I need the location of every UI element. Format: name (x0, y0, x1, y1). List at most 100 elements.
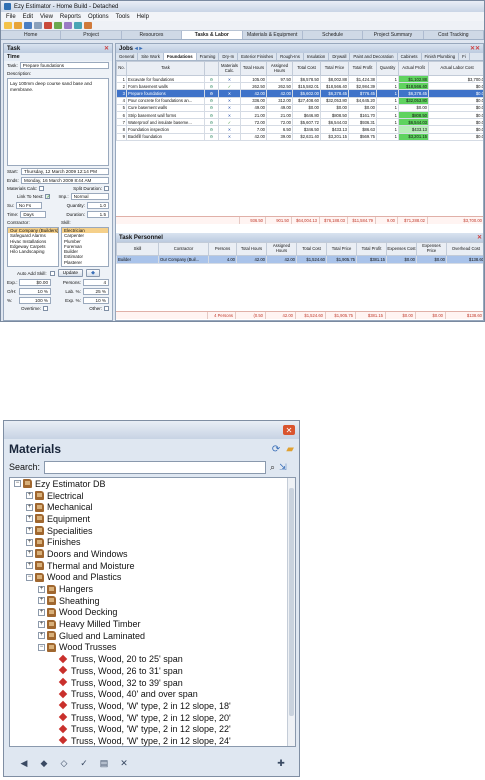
exp-field[interactable]: $0.00 (19, 279, 51, 286)
table-row[interactable]: 6 Strip basement wall forms ⚙ ✕ 21.00 21.00 $6… (116, 110, 483, 120)
jobs-tab[interactable]: Exterior Finishes (238, 53, 278, 60)
expand-icon[interactable]: + (26, 562, 33, 570)
link-to-next-checkbox[interactable]: ✓ (45, 194, 51, 200)
tab-cost-tracking[interactable]: Cost Tracking (424, 31, 484, 39)
calc-icon[interactable] (74, 22, 82, 29)
tree-item[interactable]: Truss, Wood, 20 to 25' span (10, 653, 295, 665)
add-folder-icon[interactable]: ◆ (37, 757, 51, 769)
scroll-thumb[interactable] (289, 488, 294, 716)
binoculars-icon[interactable]: ⌕ (270, 462, 275, 473)
skill-options-button[interactable]: ◆ (86, 269, 100, 277)
column-header[interactable]: Persons (208, 242, 237, 256)
menu-file[interactable]: File (6, 14, 16, 20)
tree-item[interactable]: Truss, Wood, 'W' type, 2 in 12 slope, 24… (10, 735, 295, 746)
column-header[interactable]: Overhead Cost (446, 242, 483, 256)
close-icon[interactable]: ✕ (283, 425, 295, 435)
column-header[interactable]: Actual Profit (398, 61, 429, 76)
table-row[interactable]: 4 Pour concrete for foundations an... ⚙ ✕ 33… (116, 96, 483, 105)
menu-options[interactable]: Options (88, 14, 109, 20)
jobs-nav-arrows-icon[interactable]: ◂ ▸ (135, 46, 143, 52)
table-row[interactable]: 2 Form basement walls ⚙ ✓ 262.50 262.50 $15,58… (116, 82, 483, 91)
expand-icon[interactable]: + (26, 538, 33, 546)
tree-folder[interactable]: + Finishes (10, 536, 295, 548)
tree-folder[interactable]: − Wood Trusses (10, 642, 295, 654)
add-icon[interactable] (54, 22, 62, 29)
table-row[interactable]: 5 Cure basement walls ⚙ ✕ 49.00 49.00 $0.00 $0.… (116, 103, 483, 112)
column-header[interactable]: Total Profit (348, 61, 377, 76)
oh-field[interactable]: 10 % (19, 288, 51, 295)
menu-tools[interactable]: Tools (116, 14, 130, 20)
tab-project-summary[interactable]: Project Summary (363, 31, 424, 39)
collapse-icon[interactable]: − (38, 643, 45, 651)
remove-folder-icon[interactable]: ◇ (57, 757, 71, 769)
tree-folder[interactable]: + Sheathing (10, 595, 295, 607)
jobs-tab[interactable]: Paint and Decoration (350, 53, 398, 60)
tab-schedule[interactable]: Schedule (303, 31, 364, 39)
collapse-icon[interactable]: − (14, 480, 21, 488)
collapse-icon[interactable]: − (26, 573, 33, 581)
tree-item[interactable]: Truss, Wood, 40' and over span (10, 688, 295, 700)
jobs-tab[interactable]: Drywall (329, 53, 351, 60)
tree-folder[interactable]: + Wood Decking (10, 607, 295, 619)
description-field[interactable]: Lay 100mm deep course sand base and memb… (7, 78, 109, 166)
column-header[interactable]: Materials Calc. (218, 61, 241, 76)
menu-edit[interactable]: Edit (23, 14, 33, 20)
tree-item[interactable]: Truss, Wood, 'W' type, 2 in 12 slope, 22… (10, 723, 295, 735)
open-icon[interactable] (14, 22, 22, 29)
expand-icon[interactable]: + (26, 503, 33, 511)
tree-folder[interactable]: + Hangers (10, 583, 295, 595)
column-header[interactable]: Assigned Hours (266, 242, 297, 256)
imp-select[interactable]: Normal (70, 193, 109, 200)
auto-add-skill-checkbox[interactable] (49, 270, 55, 276)
delete-icon[interactable]: ✕ (117, 757, 131, 769)
tab-resources[interactable]: Resources (122, 31, 183, 39)
persons-field[interactable]: 4 (83, 279, 109, 286)
tree-item[interactable]: Truss, Wood, 26 to 31' span (10, 665, 295, 677)
tree-item[interactable]: Truss, Wood, 32 to 39' span (10, 677, 295, 689)
column-header[interactable]: Contractor (158, 242, 209, 256)
column-header[interactable]: Total Price (320, 61, 349, 76)
contractor-list[interactable]: Our Company (Builders) Safeguard Alarms … (7, 227, 59, 267)
list-item[interactable]: Hilo Landscaping (8, 249, 58, 254)
column-header[interactable]: Quantity (376, 61, 399, 76)
tree-folder[interactable]: + Mechanical (10, 501, 295, 513)
materials-calc-checkbox[interactable] (39, 186, 45, 191)
column-header[interactable]: Total Hours (236, 242, 267, 256)
tab-project[interactable]: Project (61, 31, 122, 39)
pin-icon[interactable]: ✕ (104, 45, 109, 52)
exp-pct-field[interactable]: 10 % (83, 297, 109, 304)
materials-tree[interactable]: − Ezy Estimator DB + Electrical + Mechanical +… (9, 477, 296, 747)
print-icon[interactable] (34, 22, 42, 29)
split-duration-checkbox[interactable] (104, 186, 109, 191)
tree-folder[interactable]: − Wood and Plastics (10, 572, 295, 584)
jobs-tab[interactable]: Dry-In (219, 53, 239, 60)
column-header[interactable]: Expenses Price (416, 242, 447, 256)
check-icon[interactable]: ✓ (77, 757, 91, 769)
ends-date-field[interactable]: Monday, 16 March 2009 8:44 AM (21, 177, 109, 184)
menu-help[interactable]: Help (137, 14, 149, 20)
tree-scrollbar[interactable] (287, 478, 295, 746)
tree-folder[interactable]: + Electrical (10, 490, 295, 502)
table-row[interactable]: 7 Waterproof and insulate baseme... ⚙ ✓ 72.0… (116, 118, 483, 127)
overtime-checkbox[interactable] (42, 306, 48, 311)
jobs-tab[interactable]: Cabinets (398, 53, 422, 60)
column-header[interactable]: No. (116, 61, 127, 76)
column-header[interactable]: Total Price (326, 242, 357, 256)
column-header[interactable]: Skill (116, 242, 159, 256)
table-row[interactable]: 3 Prepare foundations ⚙ ✕ 42.00 42.00 $5,602.0… (116, 89, 483, 98)
menu-reports[interactable]: Reports (60, 14, 81, 20)
jobs-tab[interactable]: General (116, 53, 139, 60)
tree-folder[interactable]: + Doors and Windows (10, 548, 295, 560)
table-row[interactable]: 9 Backfill foundation ⚙ ✕ 42.00 39.00 $2,631.4… (116, 132, 483, 141)
expand-icon[interactable]: + (38, 620, 45, 628)
jobs-tab[interactable]: Site Work (138, 53, 164, 60)
column-header[interactable]: Expenses Cost (386, 242, 417, 256)
export-icon[interactable] (84, 22, 92, 29)
add-item-icon[interactable]: ✚ (274, 757, 288, 769)
lab-pct-field[interactable]: 25 % (83, 288, 109, 295)
table-row[interactable]: 8 Foundation inspection ⚙ ✕ 7.00 6.50 $346.50 $… (116, 125, 483, 134)
new-icon[interactable] (4, 22, 12, 29)
column-header[interactable]: Total Hours (240, 61, 267, 76)
column-header[interactable]: Assigned Hours (266, 61, 293, 76)
column-header[interactable]: Total Cost (292, 61, 321, 76)
